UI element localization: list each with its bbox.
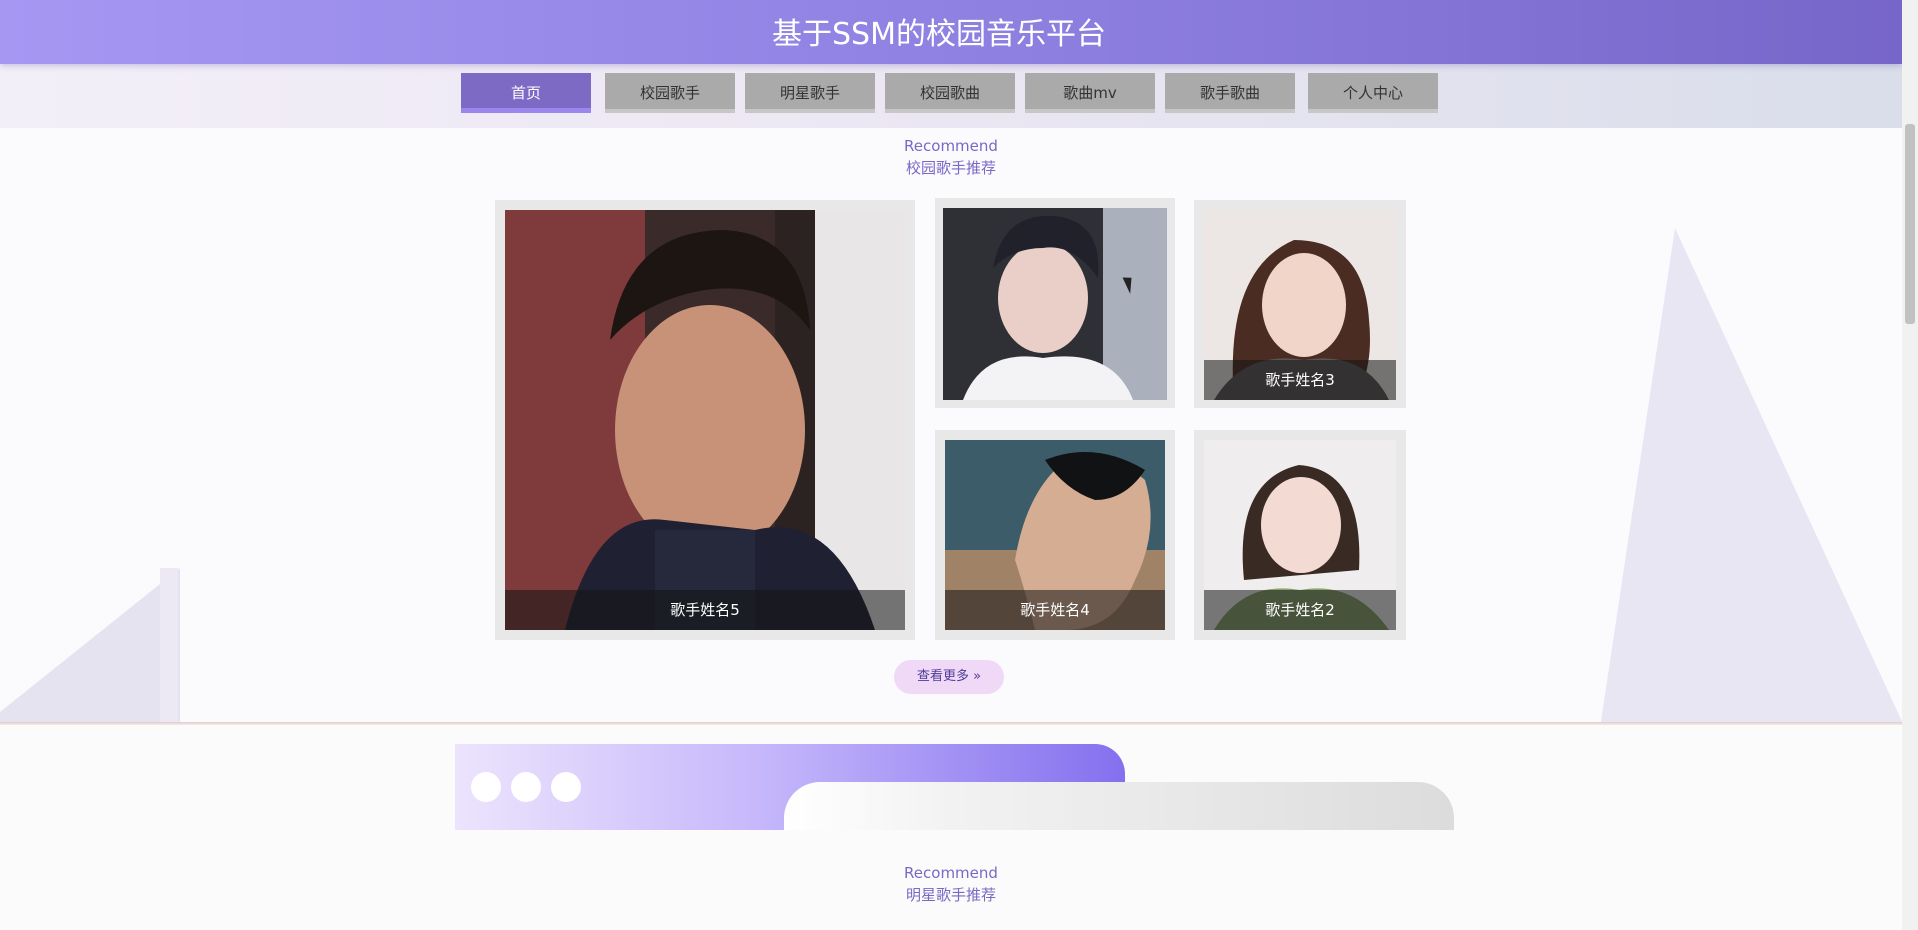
- singer-name-caption: 歌手姓名3: [1204, 360, 1396, 400]
- page: 基于SSM的校园音乐平台 首页 校园歌手 明星歌手 校园歌曲 歌曲mv 歌手歌曲…: [0, 0, 1918, 930]
- site-header: 基于SSM的校园音乐平台: [0, 0, 1902, 64]
- singer-card[interactable]: [935, 198, 1175, 408]
- nav-home[interactable]: 首页: [461, 73, 591, 113]
- section-eyebrow: Recommend: [904, 137, 998, 155]
- decorative-window-panel: [784, 782, 1454, 830]
- singer-photo-image: [943, 208, 1167, 400]
- singer-photo: 歌手姓名4: [945, 440, 1165, 630]
- decorative-triangle-right: [1600, 228, 1902, 724]
- section-eyebrow: Recommend: [904, 864, 998, 882]
- campus-singer-section: Recommend 校园歌手推荐 歌手姓名5 歌手姓名3 歌手姓名4 歌手姓名2…: [0, 128, 1902, 724]
- singer-card[interactable]: 歌手姓名4: [935, 430, 1175, 640]
- singer-card[interactable]: 歌手姓名2: [1194, 430, 1406, 640]
- view-more-button[interactable]: 查看更多 »: [894, 660, 1004, 694]
- singer-name-caption: 歌手姓名5: [505, 590, 905, 630]
- nav-song-mv[interactable]: 歌曲mv: [1025, 73, 1155, 113]
- nav-campus-singers[interactable]: 校园歌手: [605, 73, 735, 113]
- section-title: 明星歌手推荐: [905, 886, 996, 904]
- window-dot-icon: [551, 772, 581, 802]
- nav-personal-center[interactable]: 个人中心: [1308, 73, 1438, 113]
- singer-photo-image: [505, 210, 905, 630]
- singer-photo: 歌手姓名5: [505, 210, 905, 630]
- window-dot-icon: [471, 772, 501, 802]
- star-singer-section: Recommend 明星歌手推荐: [0, 725, 1902, 930]
- site-title: 基于SSM的校园音乐平台: [772, 17, 1106, 52]
- nav-singer-songs[interactable]: 歌手歌曲: [1165, 73, 1295, 113]
- singer-card[interactable]: 歌手姓名3: [1194, 200, 1406, 408]
- window-dot-icon: [511, 772, 541, 802]
- page-scrollbar[interactable]: [1902, 0, 1918, 930]
- section-title: 校园歌手推荐: [905, 159, 996, 177]
- decorative-triangle-left: [0, 568, 180, 724]
- main-nav: 首页 校园歌手 明星歌手 校园歌曲 歌曲mv 歌手歌曲 个人中心: [0, 64, 1902, 128]
- scrollbar-thumb[interactable]: [1905, 124, 1915, 324]
- singer-card[interactable]: 歌手姓名5: [495, 200, 915, 640]
- nav-campus-songs[interactable]: 校园歌曲: [885, 73, 1015, 113]
- singer-photo: 歌手姓名2: [1204, 440, 1396, 630]
- nav-star-singers[interactable]: 明星歌手: [745, 73, 875, 113]
- decorative-strip-left: [160, 568, 178, 724]
- singer-name-caption: 歌手姓名2: [1204, 590, 1396, 630]
- singer-name-caption: 歌手姓名4: [945, 590, 1165, 630]
- singer-photo: [943, 208, 1167, 400]
- singer-photo: 歌手姓名3: [1204, 210, 1396, 400]
